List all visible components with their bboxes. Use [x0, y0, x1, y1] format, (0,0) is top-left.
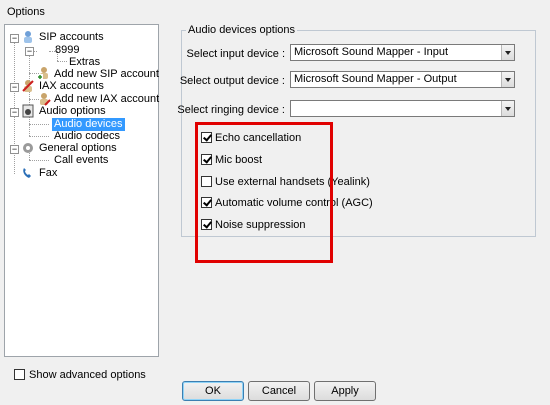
output-device-select[interactable]: Microsoft Sound Mapper - Output — [290, 71, 515, 88]
highlight-box — [195, 122, 333, 263]
sip-accounts-icon — [24, 31, 32, 43]
cancel-button[interactable]: Cancel — [248, 381, 310, 401]
window-title: Options — [7, 6, 45, 18]
output-device-label: Select output device : — [179, 75, 285, 87]
gear-icon — [23, 143, 33, 153]
collapse-8999-toggle[interactable]: − — [25, 47, 34, 56]
fax-icon — [23, 168, 31, 178]
add-iax-icon — [40, 93, 51, 106]
ringing-device-label: Select ringing device : — [177, 104, 285, 116]
group-title: Audio devices options — [186, 24, 298, 36]
chevron-down-icon[interactable] — [501, 101, 514, 116]
ok-button[interactable]: OK — [182, 381, 244, 401]
collapse-sip-toggle[interactable]: − — [10, 34, 19, 43]
window-titlebar: Options — [0, 0, 550, 20]
ringing-device-select[interactable] — [290, 100, 515, 117]
iax-accounts-icon — [22, 80, 34, 92]
input-device-label: Select input device : — [186, 48, 285, 60]
input-device-select[interactable]: Microsoft Sound Mapper - Input — [290, 44, 515, 61]
collapse-audio-toggle[interactable]: − — [10, 108, 19, 117]
add-user-icon — [37, 67, 48, 80]
show-advanced-checkbox[interactable] — [14, 369, 25, 380]
chevron-down-icon[interactable] — [501, 45, 514, 60]
collapse-iax-toggle[interactable]: − — [10, 83, 19, 92]
apply-button[interactable]: Apply — [314, 381, 376, 401]
show-advanced-label: Show advanced options — [29, 369, 146, 381]
options-tree[interactable]: − SIP accounts − 8999 Extras Add new SIP… — [4, 24, 159, 357]
chevron-down-icon[interactable] — [501, 72, 514, 87]
audio-options-icon — [22, 104, 34, 118]
collapse-general-toggle[interactable]: − — [10, 145, 19, 154]
